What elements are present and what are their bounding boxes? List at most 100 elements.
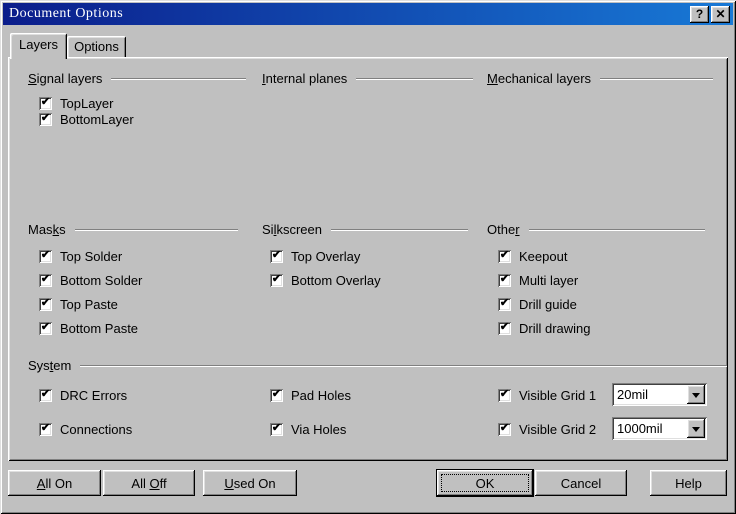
checkbox-box[interactable]: ✔ bbox=[39, 250, 52, 263]
checkbox-box[interactable]: ✔ bbox=[270, 389, 283, 402]
checkbox-box[interactable]: ✔ bbox=[270, 423, 283, 436]
check-icon: ✔ bbox=[272, 423, 281, 434]
checkbox-label[interactable]: BottomLayer bbox=[60, 112, 134, 127]
section-header-system: System bbox=[28, 357, 727, 373]
check-icon: ✔ bbox=[500, 250, 509, 261]
section-rule bbox=[111, 78, 246, 80]
arrow-down-icon bbox=[692, 427, 700, 432]
arrow-down-icon bbox=[692, 393, 700, 398]
check-icon: ✔ bbox=[41, 298, 50, 309]
section-header-internal-planes: Internal planes bbox=[262, 70, 473, 86]
checkbox-connections[interactable]: ✔ Connections bbox=[39, 421, 132, 437]
checkbox-top-paste[interactable]: ✔ Top Paste bbox=[39, 296, 118, 312]
checkbox-box[interactable]: ✔ bbox=[39, 298, 52, 311]
checkbox-bottom-paste[interactable]: ✔ Bottom Paste bbox=[39, 320, 138, 336]
checkbox-box[interactable]: ✔ bbox=[39, 423, 52, 436]
section-header-signal-layers: Signal layers bbox=[28, 70, 246, 86]
checkbox-label[interactable]: Drill guide bbox=[519, 297, 577, 312]
section-header-masks: Masks bbox=[28, 221, 238, 237]
check-icon: ✔ bbox=[272, 250, 281, 261]
check-icon: ✔ bbox=[500, 298, 509, 309]
checkbox-multi-layer[interactable]: ✔ Multi layer bbox=[498, 272, 578, 288]
checkbox-label[interactable]: DRC Errors bbox=[60, 388, 127, 403]
checkbox-label[interactable]: TopLayer bbox=[60, 96, 113, 111]
checkbox-label[interactable]: Drill drawing bbox=[519, 321, 591, 336]
section-rule bbox=[80, 365, 727, 367]
section-rule bbox=[331, 229, 468, 231]
check-icon: ✔ bbox=[500, 389, 509, 400]
visible-grid-2-dropdown-button[interactable] bbox=[687, 419, 705, 438]
checkbox-box[interactable]: ✔ bbox=[39, 113, 52, 126]
checkbox-drill-guide[interactable]: ✔ Drill guide bbox=[498, 296, 577, 312]
checkbox-label[interactable]: Bottom Solder bbox=[60, 273, 142, 288]
checkbox-toplayer[interactable]: ✔ TopLayer bbox=[39, 95, 113, 111]
checkbox-box[interactable]: ✔ bbox=[39, 322, 52, 335]
checkbox-via-holes[interactable]: ✔ Via Holes bbox=[270, 421, 346, 437]
checkbox-label[interactable]: Pad Holes bbox=[291, 388, 351, 403]
checkbox-box[interactable]: ✔ bbox=[498, 274, 511, 287]
checkbox-box[interactable]: ✔ bbox=[498, 250, 511, 263]
checkbox-bottom-overlay[interactable]: ✔ Bottom Overlay bbox=[270, 272, 381, 288]
check-icon: ✔ bbox=[500, 423, 509, 434]
checkbox-label[interactable]: Bottom Paste bbox=[60, 321, 138, 336]
checkbox-visible-grid-2[interactable]: ✔ Visible Grid 2 bbox=[498, 421, 596, 437]
visible-grid-2-dropdown[interactable]: 1000mil bbox=[612, 417, 707, 440]
section-header-other: Other bbox=[487, 221, 705, 237]
checkbox-label[interactable]: Keepout bbox=[519, 249, 567, 264]
checkbox-box[interactable]: ✔ bbox=[39, 274, 52, 287]
checkbox-bottom-solder[interactable]: ✔ Bottom Solder bbox=[39, 272, 142, 288]
section-header-mechanical-layers: Mechanical layers bbox=[487, 70, 713, 86]
checkbox-label[interactable]: Top Solder bbox=[60, 249, 122, 264]
check-icon: ✔ bbox=[500, 274, 509, 285]
checkbox-label[interactable]: Multi layer bbox=[519, 273, 578, 288]
section-label-masks: Masks bbox=[28, 222, 66, 237]
check-icon: ✔ bbox=[41, 113, 50, 124]
check-icon: ✔ bbox=[41, 423, 50, 434]
checkbox-label[interactable]: Via Holes bbox=[291, 422, 346, 437]
section-label-mechanical-layers: Mechanical layers bbox=[487, 71, 591, 86]
section-label-silkscreen: Silkscreen bbox=[262, 222, 322, 237]
checkbox-box[interactable]: ✔ bbox=[498, 298, 511, 311]
section-header-silkscreen: Silkscreen bbox=[262, 221, 468, 237]
section-label-system: System bbox=[28, 358, 71, 373]
section-rule bbox=[356, 78, 473, 80]
checkbox-label[interactable]: Top Paste bbox=[60, 297, 118, 312]
document-options-dialog: Document Options ? ✕ Layers Options Sign… bbox=[0, 0, 736, 514]
checkbox-label[interactable]: Bottom Overlay bbox=[291, 273, 381, 288]
checkbox-keepout[interactable]: ✔ Keepout bbox=[498, 248, 567, 264]
visible-grid-1-dropdown[interactable]: 20mil bbox=[612, 383, 707, 406]
section-rule bbox=[75, 229, 238, 231]
checkbox-visible-grid-1[interactable]: ✔ Visible Grid 1 bbox=[498, 387, 596, 403]
checkbox-bottomlayer[interactable]: ✔ BottomLayer bbox=[39, 111, 134, 127]
check-icon: ✔ bbox=[41, 274, 50, 285]
check-icon: ✔ bbox=[41, 389, 50, 400]
checkbox-pad-holes[interactable]: ✔ Pad Holes bbox=[270, 387, 351, 403]
checkbox-label[interactable]: Top Overlay bbox=[291, 249, 360, 264]
checkbox-top-solder[interactable]: ✔ Top Solder bbox=[39, 248, 122, 264]
visible-grid-1-dropdown-button[interactable] bbox=[687, 385, 705, 404]
section-label-other: Other bbox=[487, 222, 520, 237]
checkbox-label[interactable]: Visible Grid 2 bbox=[519, 422, 596, 437]
section-label-signal-layers: Signal layers bbox=[28, 71, 102, 86]
checkbox-box[interactable]: ✔ bbox=[270, 250, 283, 263]
checkbox-box[interactable]: ✔ bbox=[498, 423, 511, 436]
check-icon: ✔ bbox=[500, 322, 509, 333]
checkbox-drc-errors[interactable]: ✔ DRC Errors bbox=[39, 387, 127, 403]
checkbox-top-overlay[interactable]: ✔ Top Overlay bbox=[270, 248, 360, 264]
checkbox-box[interactable]: ✔ bbox=[498, 389, 511, 402]
checkbox-box[interactable]: ✔ bbox=[39, 97, 52, 110]
layers-tab-content: Signal layers Internal planes Mechanical… bbox=[0, 0, 736, 514]
check-icon: ✔ bbox=[272, 389, 281, 400]
checkbox-box[interactable]: ✔ bbox=[39, 389, 52, 402]
check-icon: ✔ bbox=[41, 250, 50, 261]
checkbox-box[interactable]: ✔ bbox=[498, 322, 511, 335]
visible-grid-1-value: 20mil bbox=[617, 387, 648, 402]
checkbox-label[interactable]: Visible Grid 1 bbox=[519, 388, 596, 403]
section-label-internal-planes: Internal planes bbox=[262, 71, 347, 86]
checkbox-box[interactable]: ✔ bbox=[270, 274, 283, 287]
section-rule bbox=[600, 78, 713, 80]
check-icon: ✔ bbox=[41, 97, 50, 108]
check-icon: ✔ bbox=[272, 274, 281, 285]
checkbox-drill-drawing[interactable]: ✔ Drill drawing bbox=[498, 320, 591, 336]
checkbox-label[interactable]: Connections bbox=[60, 422, 132, 437]
